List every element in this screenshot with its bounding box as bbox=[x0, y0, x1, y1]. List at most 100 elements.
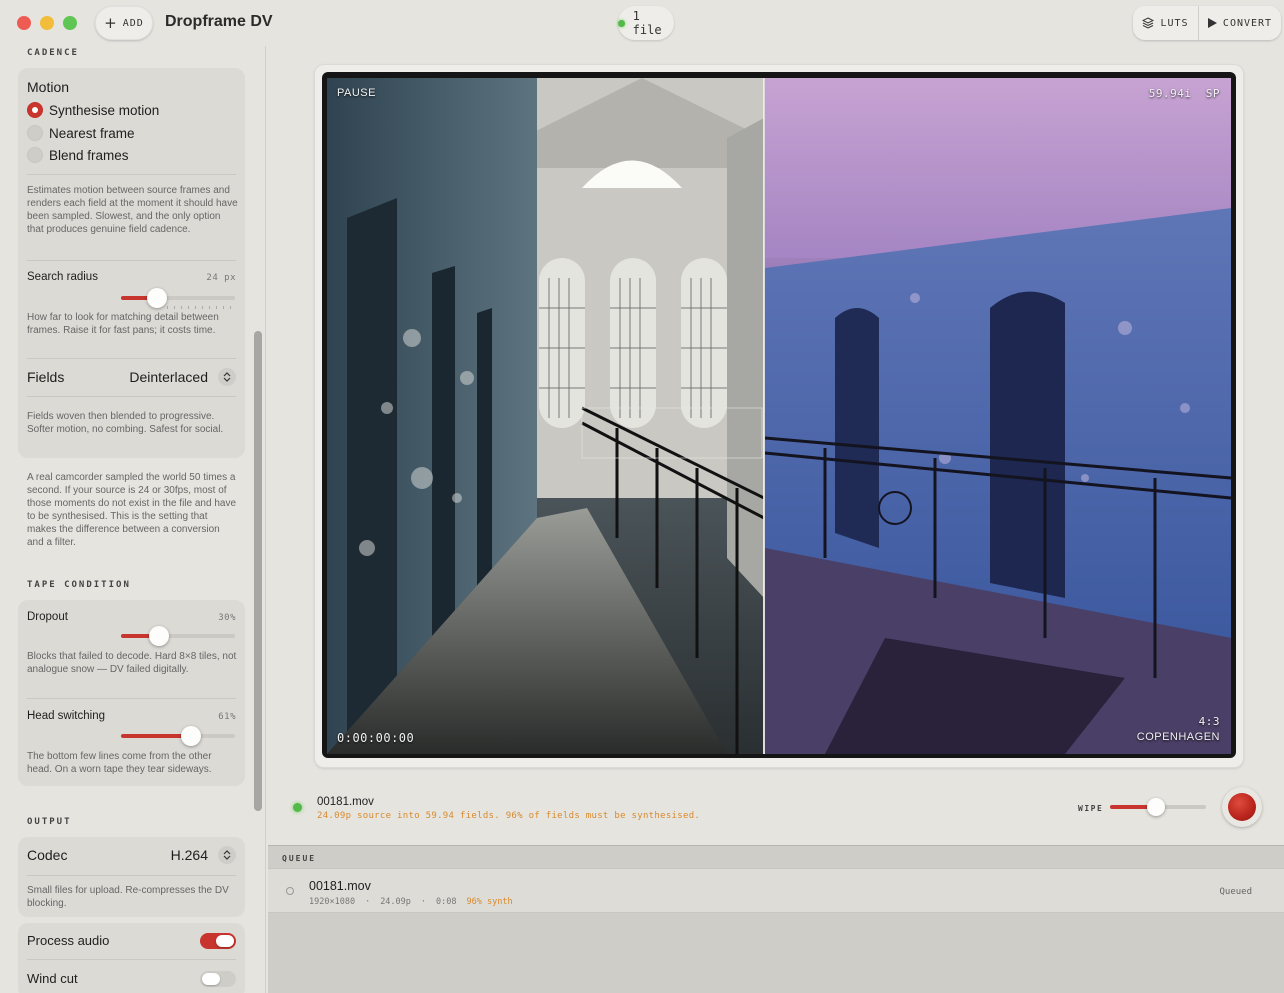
slider-knob[interactable] bbox=[147, 288, 167, 308]
queue-item-synth: 96% synth bbox=[466, 897, 513, 907]
settings-sidebar[interactable]: CADENCE Motion Synthesise motion Nearest… bbox=[0, 46, 266, 993]
add-button-label: ADD bbox=[122, 17, 144, 29]
queue-item-duration: 0:08 bbox=[436, 897, 457, 907]
radio-blend-frames[interactable]: Blend frames bbox=[27, 147, 129, 163]
slider-knob[interactable] bbox=[149, 626, 169, 646]
close-window-button[interactable] bbox=[17, 16, 31, 30]
radio-selected-icon bbox=[27, 102, 43, 118]
queue-panel: QUEUE 00181.mov 1920×1080 · 24.09p · 0:0… bbox=[268, 845, 1284, 993]
wind-cut-label: Wind cut bbox=[27, 971, 78, 986]
motion-description: Estimates motion between source frames a… bbox=[27, 185, 238, 235]
current-file-name: 00181.mov bbox=[317, 796, 374, 808]
search-radius-value: 24 px bbox=[206, 273, 236, 283]
head-switching-value: 61% bbox=[218, 712, 236, 722]
tape-condition-card: Dropout 30% Blocks that failed to decode… bbox=[18, 600, 245, 786]
radio-unselected-icon bbox=[27, 147, 43, 163]
separator: · bbox=[420, 897, 427, 907]
queue-item[interactable]: 00181.mov 1920×1080 · 24.09p · 0:08 96% … bbox=[268, 868, 1284, 913]
search-radius-label: Search radius bbox=[27, 271, 98, 283]
codec-label: Codec bbox=[27, 847, 68, 863]
file-count-pill[interactable]: 1 file bbox=[618, 6, 674, 40]
slider-knob[interactable] bbox=[1147, 798, 1165, 816]
toolbar-right-group: LUTS CONVERT bbox=[1133, 6, 1281, 40]
video-preview[interactable]: PAUSE 59.94i SP 0:00:00:00 4:3 COPENHAGE… bbox=[322, 72, 1236, 758]
motion-title: Motion bbox=[27, 79, 70, 95]
look-label: COPENHAGEN bbox=[1136, 731, 1220, 743]
search-radius-description: How far to look for matching detail betw… bbox=[27, 312, 219, 336]
dropout-slider[interactable] bbox=[121, 626, 235, 646]
layers-icon bbox=[1142, 17, 1155, 29]
codec-card: Codec H.264 Small files for upload. Re-c… bbox=[18, 837, 245, 917]
dropout-label: Dropout bbox=[27, 611, 68, 623]
codec-description: Small files for upload. Re-compresses th… bbox=[27, 885, 229, 909]
cadence-note: A real camcorder sampled the world 50 ti… bbox=[27, 472, 237, 548]
format-value: 59.94i bbox=[1148, 87, 1192, 100]
queue-item-resolution: 1920×1080 bbox=[309, 897, 356, 907]
radio-unselected-icon bbox=[27, 125, 43, 141]
radio-label: Blend frames bbox=[49, 147, 129, 163]
queue-item-status: Queued bbox=[1219, 887, 1252, 897]
slider-knob[interactable] bbox=[181, 726, 201, 746]
chevron-updown-icon[interactable] bbox=[218, 846, 236, 864]
plus-icon: + bbox=[104, 13, 118, 32]
file-status-icon bbox=[293, 803, 302, 812]
minimize-window-button[interactable] bbox=[40, 16, 54, 30]
search-radius-slider[interactable] bbox=[121, 288, 235, 309]
codec-value: H.264 bbox=[170, 847, 208, 863]
wipe-divider[interactable] bbox=[763, 78, 765, 754]
title-bar: + ADD Dropframe DV 1 file LUTS CONVERT bbox=[0, 0, 1284, 46]
luts-label: LUTS bbox=[1160, 17, 1189, 29]
playback-state-label: PAUSE bbox=[337, 87, 376, 99]
radio-synthesise-motion[interactable]: Synthesise motion bbox=[27, 102, 159, 118]
file-count-label: 1 file bbox=[632, 9, 662, 37]
sidebar-scrollbar[interactable] bbox=[254, 331, 262, 811]
play-icon bbox=[1207, 18, 1217, 28]
radio-label: Nearest frame bbox=[49, 125, 135, 141]
zoom-window-button[interactable] bbox=[63, 16, 77, 30]
current-file-info: 24.09p source into 59.94 fields. 96% of … bbox=[317, 811, 701, 821]
chevron-updown-icon[interactable] bbox=[218, 368, 236, 386]
queue-item-fps: 24.09p bbox=[380, 897, 411, 907]
add-button[interactable]: + ADD bbox=[95, 6, 153, 40]
fields-select[interactable]: Fields Deinterlaced bbox=[27, 368, 236, 386]
section-label-tape-condition: TAPE CONDITION bbox=[27, 580, 131, 590]
process-audio-label: Process audio bbox=[27, 933, 110, 948]
timecode: 0:00:00:00 bbox=[337, 731, 415, 745]
head-switching-slider[interactable] bbox=[121, 726, 235, 746]
separator: · bbox=[365, 897, 371, 907]
process-audio-toggle[interactable] bbox=[200, 933, 236, 949]
luts-button[interactable]: LUTS bbox=[1133, 6, 1199, 40]
section-label-output: OUTPUT bbox=[27, 817, 72, 827]
aspect-label: 4:3 bbox=[1198, 715, 1220, 728]
codec-select[interactable]: Codec H.264 bbox=[27, 846, 236, 864]
motion-card: Motion Synthesise motion Nearest frame B… bbox=[18, 68, 245, 458]
convert-label: CONVERT bbox=[1222, 17, 1273, 29]
dropout-value: 30% bbox=[218, 613, 236, 623]
queue-item-name: 00181.mov bbox=[309, 879, 371, 893]
radio-label: Synthesise motion bbox=[49, 102, 160, 118]
divider bbox=[27, 260, 236, 261]
divider bbox=[27, 396, 236, 397]
status-dot-icon bbox=[618, 19, 625, 27]
fields-label: Fields bbox=[27, 369, 65, 385]
processed-preview-image bbox=[765, 78, 1231, 754]
app-title: Dropframe DV bbox=[165, 13, 273, 30]
fields-value: Deinterlaced bbox=[129, 369, 208, 385]
audio-card: Process audio Wind cut bbox=[18, 923, 245, 993]
wind-cut-toggle[interactable] bbox=[200, 971, 236, 987]
format-label: 59.94i SP bbox=[1149, 87, 1220, 100]
convert-button[interactable]: CONVERT bbox=[1199, 6, 1281, 40]
wipe-slider[interactable] bbox=[1110, 798, 1206, 816]
fields-description: Fields woven then blended to progressive… bbox=[27, 411, 224, 435]
divider bbox=[27, 358, 236, 359]
head-switching-description: The bottom few lines come from the other… bbox=[27, 751, 212, 775]
record-button[interactable] bbox=[1222, 787, 1262, 827]
queue-item-meta: 1920×1080 · 24.09p · 0:08 96% synth bbox=[309, 897, 513, 907]
dropout-description: Blocks that failed to decode. Hard 8×8 t… bbox=[27, 651, 237, 675]
source-preview-image bbox=[327, 78, 764, 754]
radio-nearest-frame[interactable]: Nearest frame bbox=[27, 125, 135, 141]
section-label-cadence: CADENCE bbox=[27, 48, 79, 58]
queue-status-icon bbox=[286, 887, 294, 895]
divider bbox=[27, 698, 236, 699]
queue-header: QUEUE bbox=[282, 854, 317, 863]
